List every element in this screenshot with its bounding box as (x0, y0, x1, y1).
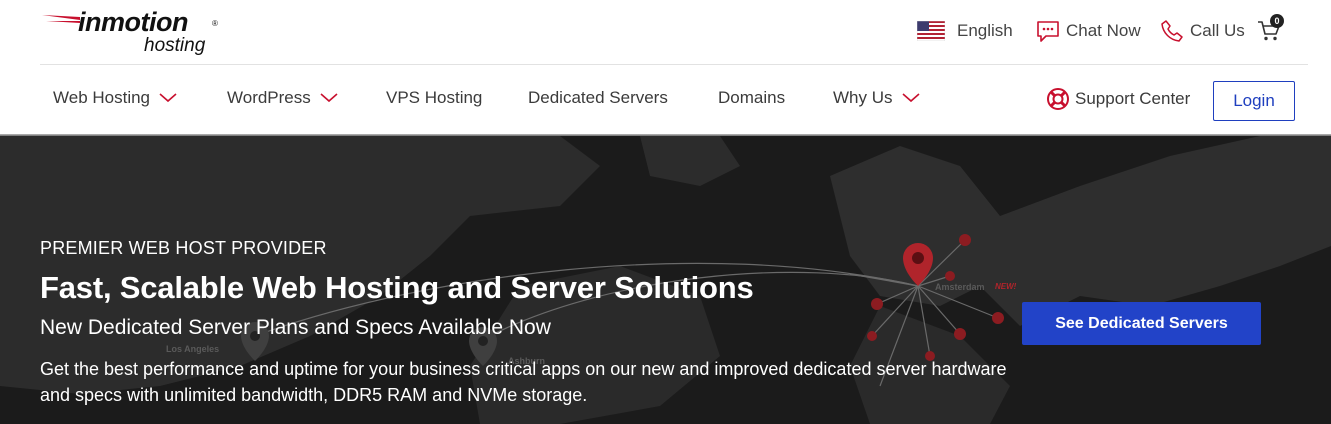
nav-item-label: VPS Hosting (386, 88, 483, 107)
support-center-link[interactable]: Support Center (1046, 87, 1190, 111)
nav-item-label: WordPress (227, 88, 311, 107)
hero-banner: Los Angeles Ashburn Amsterdam NEW! PREMI… (0, 136, 1331, 424)
support-center-label: Support Center (1075, 89, 1191, 108)
chevron-down-icon (901, 93, 920, 103)
language-selector[interactable]: English (917, 18, 1013, 44)
nav-item-label: Web Hosting (53, 88, 151, 107)
inmotion-logo[interactable]: inmotion ® hosting (40, 6, 230, 56)
logo-subtitle: hosting (144, 35, 206, 56)
nav-item-web-hosting[interactable]: Web Hosting (53, 88, 177, 108)
phone-icon (1160, 19, 1184, 43)
login-button[interactable]: Login (1213, 81, 1295, 121)
top-utility-bar: inmotion ® hosting English Chat Now Call… (0, 0, 1331, 64)
logo-registered-mark: ® (212, 19, 218, 28)
nav-item-dedicated-servers[interactable]: Dedicated Servers (528, 88, 668, 108)
call-us-label: Call Us (1190, 21, 1245, 40)
nav-item-vps-hosting[interactable]: VPS Hosting (386, 88, 482, 108)
nav-item-label: Domains (718, 88, 786, 107)
chevron-down-icon (159, 93, 177, 103)
cart-count-badge: 0 (1270, 14, 1284, 28)
hero-body-text: Get the best performance and uptime for … (40, 359, 1007, 405)
nav-item-label: Dedicated Servers (528, 88, 668, 107)
hero-subhead: New Dedicated Server Plans and Specs Ava… (40, 316, 551, 339)
chat-now-label: Chat Now (1066, 21, 1141, 40)
map-new-badge: NEW! (995, 282, 1017, 291)
nav-item-label: Why Us (833, 88, 893, 107)
logo-wordmark: inmotion (78, 7, 188, 37)
chat-bubble-icon (1036, 19, 1060, 43)
nav-item-why-us[interactable]: Why Us (833, 88, 920, 108)
us-flag-icon (917, 21, 945, 41)
cart-button[interactable]: 0 (1257, 14, 1287, 44)
hero-headline: Fast, Scalable Web Hosting and Server So… (40, 270, 754, 305)
map-label-amsterdam: Amsterdam (935, 282, 985, 292)
see-dedicated-servers-button[interactable]: See Dedicated Servers (1022, 302, 1261, 345)
hero-eyebrow: PREMIER WEB HOST PROVIDER (40, 238, 327, 258)
chat-now-link[interactable]: Chat Now (1036, 18, 1141, 44)
chevron-down-icon (320, 93, 338, 103)
main-navigation: Web Hosting WordPress VPS Hosting Dedica… (0, 65, 1331, 134)
lifebuoy-icon (1046, 87, 1070, 111)
language-label: English (957, 21, 1013, 40)
map-label-los-angeles: Los Angeles (166, 344, 220, 354)
nav-item-domains[interactable]: Domains (718, 88, 785, 108)
nav-item-wordpress[interactable]: WordPress (227, 88, 338, 108)
call-us-link[interactable]: Call Us (1160, 18, 1245, 44)
logo-swoosh-icon (42, 15, 80, 23)
